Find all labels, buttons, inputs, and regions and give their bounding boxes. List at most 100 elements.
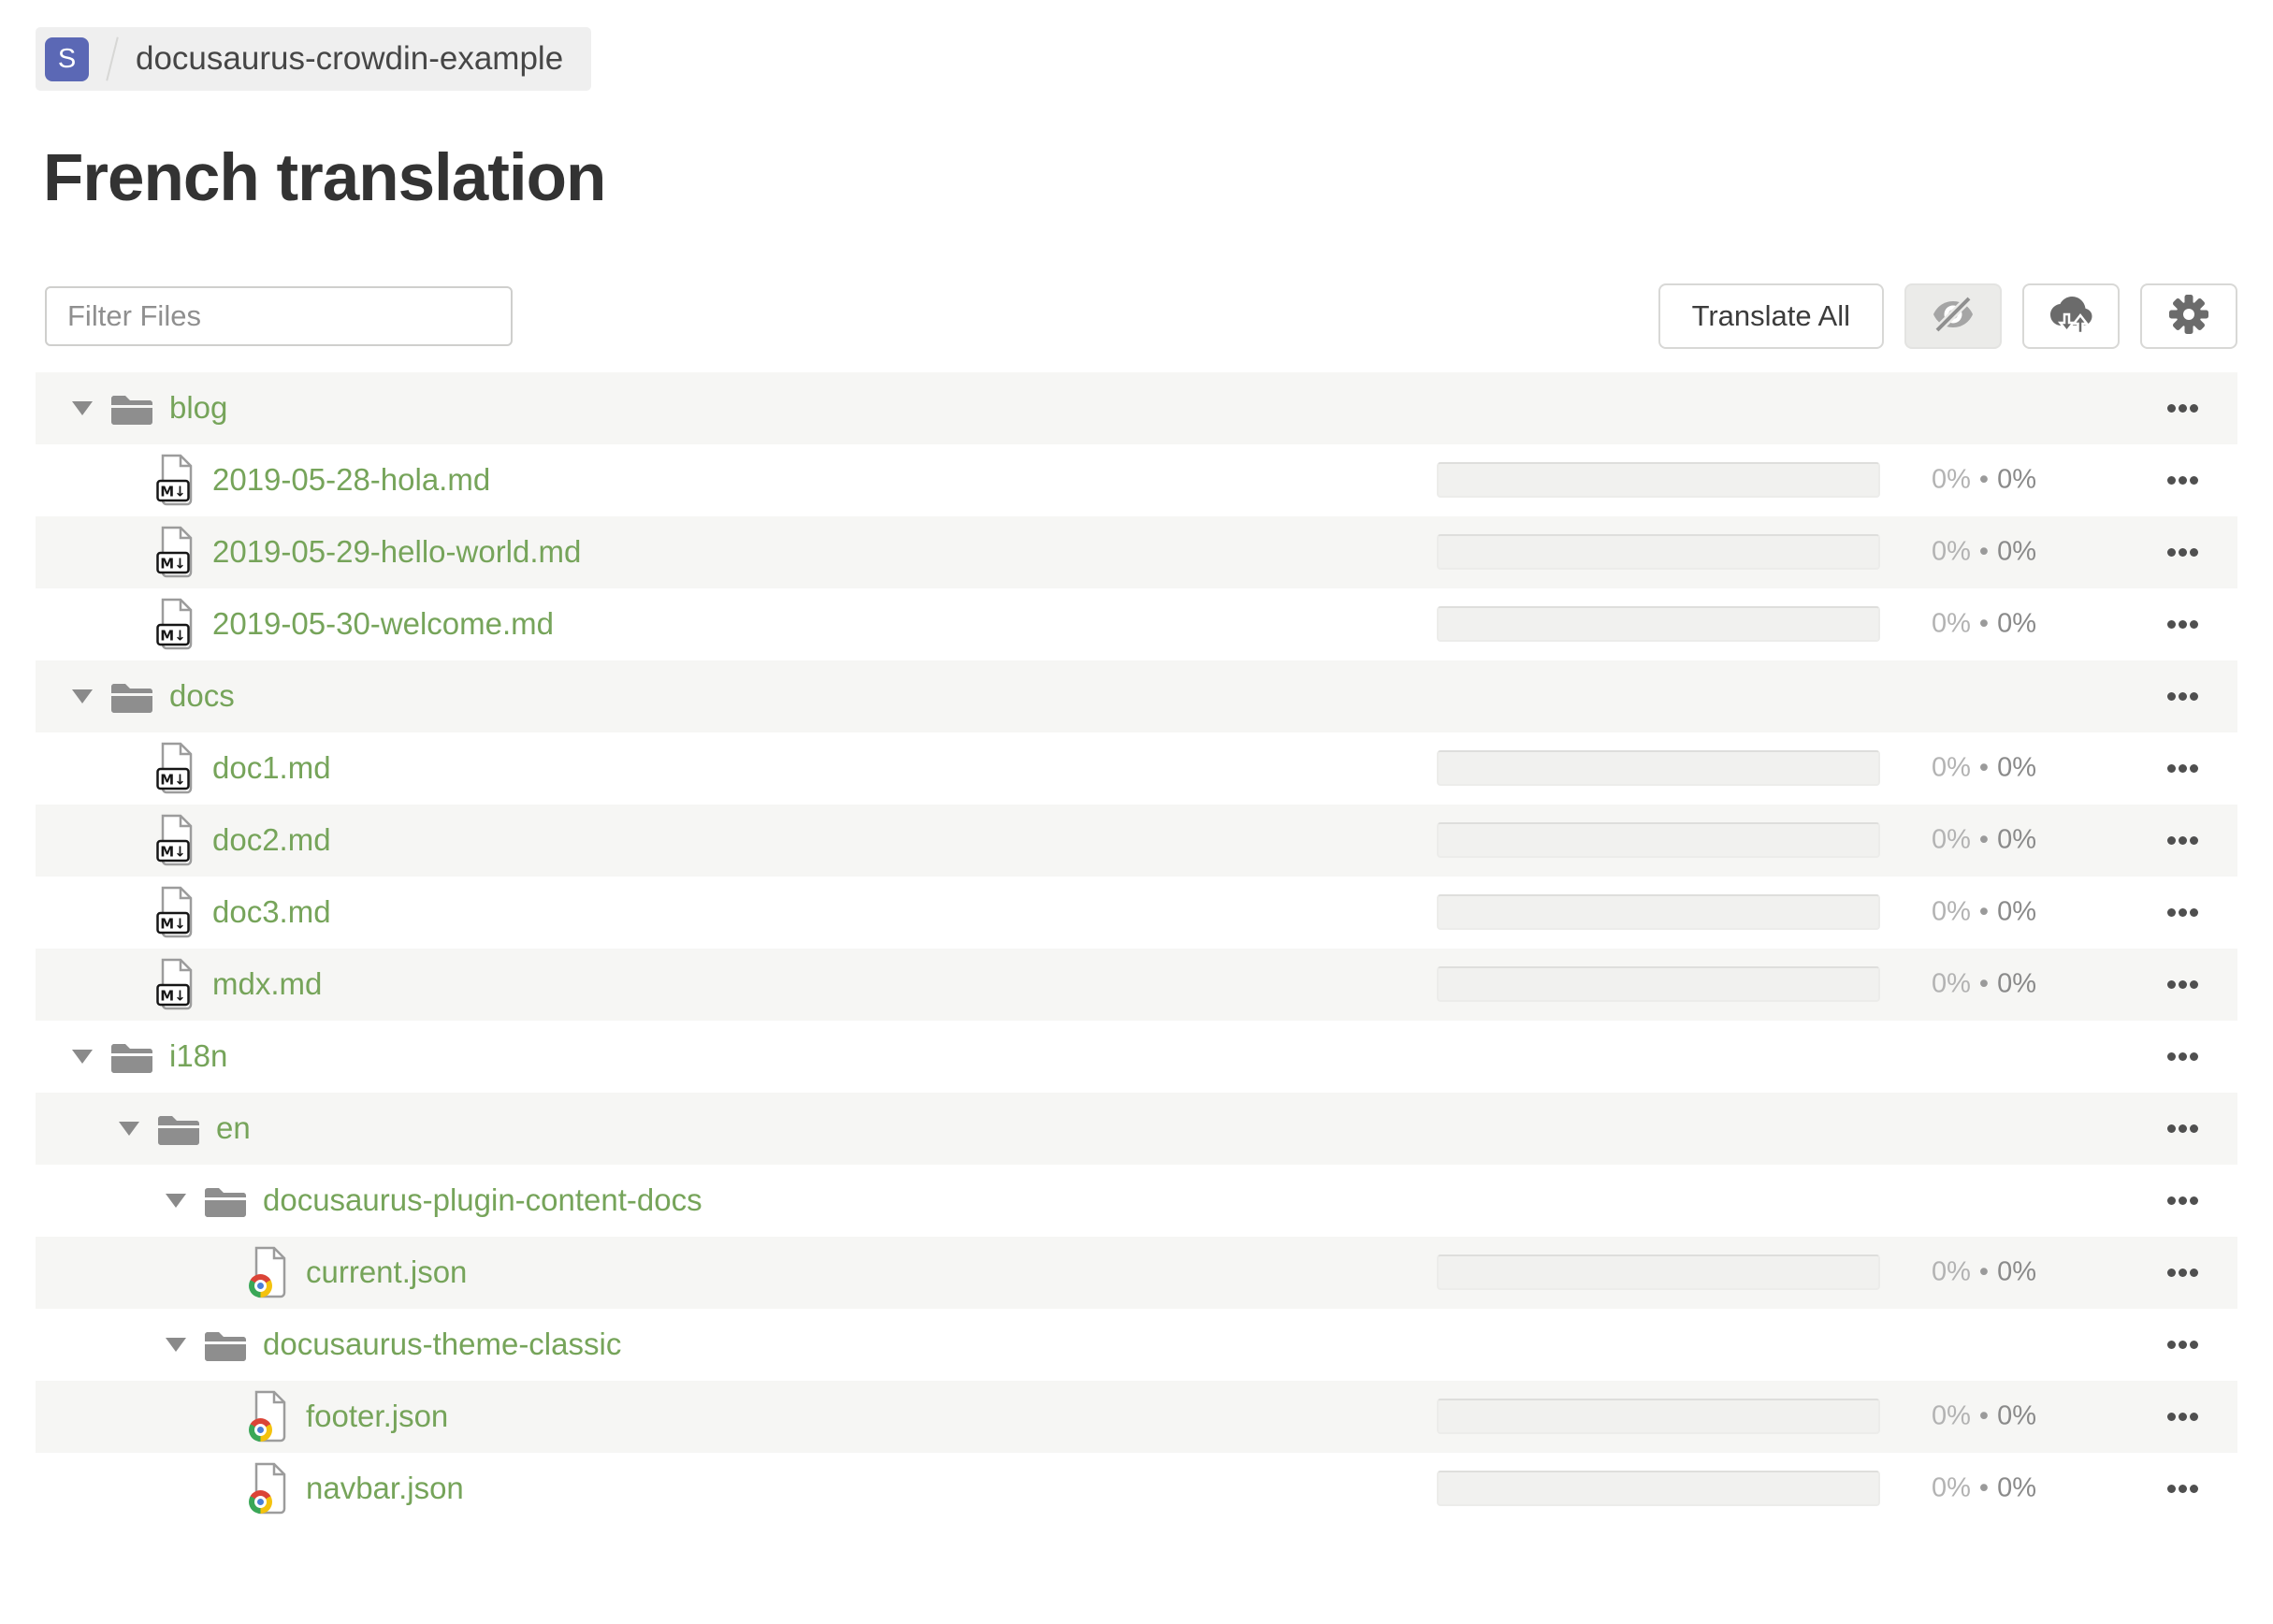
svg-text:M↓: M↓: [160, 916, 186, 933]
json-file-icon: [249, 1246, 291, 1298]
eye-off-icon: [1932, 295, 1975, 337]
folder-name[interactable]: docusaurus-theme-classic: [263, 1327, 621, 1362]
file-name[interactable]: doc2.md: [212, 822, 331, 858]
row-menu-button[interactable]: [2167, 755, 2198, 782]
markdown-file-icon: M↓: [156, 742, 197, 794]
file-name[interactable]: current.json: [306, 1254, 467, 1290]
tree-row[interactable]: M↓ 2019-05-29-hello-world.md 0% • 0%: [36, 515, 2237, 588]
progress-bar: [1437, 534, 1880, 571]
progress-bar: [1437, 1254, 1880, 1291]
tree-row[interactable]: M↓ doc2.md 0% • 0%: [36, 804, 2237, 877]
tree-row[interactable]: navbar.json 0% • 0%: [36, 1453, 2237, 1525]
svg-text:M↓: M↓: [160, 484, 186, 500]
progress-bar: [1437, 606, 1880, 643]
markdown-file-icon: M↓: [156, 886, 197, 938]
toolbar-actions: Translate All: [1658, 283, 2237, 349]
caret-down-icon[interactable]: [119, 1121, 139, 1136]
project-page: S docusaurus-crowdin-example French tran…: [0, 0, 2273, 1624]
tree-row[interactable]: M↓ doc3.md 0% • 0%: [36, 877, 2237, 949]
progress-bar: [1437, 894, 1880, 931]
progress-bar: [1437, 750, 1880, 787]
folder-name[interactable]: docusaurus-plugin-content-docs: [263, 1182, 702, 1218]
tree-row[interactable]: M↓ doc1.md 0% • 0%: [36, 732, 2237, 805]
progress-bar: [1437, 1399, 1880, 1435]
progress-percentages: 0% • 0%: [1932, 752, 2036, 783]
tree-row[interactable]: i18n: [36, 1021, 2237, 1093]
row-menu-button[interactable]: [2167, 1331, 2198, 1358]
translate-all-button[interactable]: Translate All: [1658, 283, 1884, 349]
toolbar: Translate All: [36, 283, 2237, 349]
caret-down-icon[interactable]: [166, 1337, 186, 1352]
progress-percentages: 0% • 0%: [1932, 824, 2036, 855]
svg-text:M↓: M↓: [160, 628, 186, 645]
tree-row[interactable]: footer.json 0% • 0%: [36, 1380, 2237, 1453]
row-menu-button[interactable]: [2167, 1115, 2198, 1142]
settings-button[interactable]: [2140, 283, 2237, 349]
tree-row[interactable]: docs: [36, 660, 2237, 732]
breadcrumb-project-link[interactable]: docusaurus-crowdin-example: [136, 40, 563, 78]
file-name[interactable]: 2019-05-29-hello-world.md: [212, 534, 581, 570]
tree-row[interactable]: blog: [36, 371, 2237, 444]
file-name[interactable]: 2019-05-28-hola.md: [212, 462, 490, 498]
gear-icon: [2167, 293, 2210, 339]
row-menu-button[interactable]: [2167, 1403, 2198, 1430]
markdown-file-icon: M↓: [156, 454, 197, 506]
file-name[interactable]: mdx.md: [212, 966, 322, 1002]
row-menu-button[interactable]: [2167, 1043, 2198, 1070]
file-tree: blog M↓ 2019-05-28-hola.md 0% • 0% M↓ 20…: [36, 371, 2237, 1525]
row-menu-button[interactable]: [2167, 971, 2198, 998]
progress-percentages: 0% • 0%: [1932, 1400, 2036, 1431]
svg-text:M↓: M↓: [160, 844, 186, 861]
caret-down-icon[interactable]: [166, 1193, 186, 1208]
caret-down-icon[interactable]: [72, 1049, 93, 1064]
folder-name[interactable]: docs: [169, 678, 235, 714]
markdown-file-icon: M↓: [156, 814, 197, 866]
file-name[interactable]: navbar.json: [306, 1471, 464, 1506]
workspace-avatar[interactable]: S: [45, 36, 89, 81]
folder-icon: [111, 1044, 152, 1074]
folder-icon: [111, 684, 152, 714]
row-menu-button[interactable]: [2167, 539, 2198, 566]
progress-percentages: 0% • 0%: [1932, 968, 2036, 999]
tree-row[interactable]: en: [36, 1092, 2237, 1165]
tree-row[interactable]: M↓ 2019-05-28-hola.md 0% • 0%: [36, 444, 2237, 516]
svg-text:M↓: M↓: [160, 988, 186, 1005]
row-menu-button[interactable]: [2167, 1187, 2198, 1214]
progress-bar: [1437, 822, 1880, 859]
tree-row[interactable]: docusaurus-theme-classic: [36, 1309, 2237, 1381]
svg-text:M↓: M↓: [160, 772, 186, 789]
row-menu-button[interactable]: [2167, 683, 2198, 710]
row-menu-button[interactable]: [2167, 1475, 2198, 1502]
progress-percentages: 0% • 0%: [1932, 536, 2036, 567]
folder-icon: [158, 1116, 199, 1146]
progress-percentages: 0% • 0%: [1932, 464, 2036, 495]
row-menu-button[interactable]: [2167, 611, 2198, 638]
folder-name[interactable]: en: [216, 1110, 251, 1146]
json-file-icon: [249, 1390, 291, 1443]
sync-files-button[interactable]: [2022, 283, 2120, 349]
caret-down-icon[interactable]: [72, 689, 93, 703]
row-menu-button[interactable]: [2167, 395, 2198, 422]
tree-row[interactable]: M↓ mdx.md 0% • 0%: [36, 948, 2237, 1021]
file-name[interactable]: doc3.md: [212, 894, 331, 930]
breadcrumb-separator: [106, 36, 119, 81]
row-menu-button[interactable]: [2167, 827, 2198, 854]
tree-row[interactable]: M↓ 2019-05-30-welcome.md 0% • 0%: [36, 588, 2237, 660]
file-name[interactable]: footer.json: [306, 1399, 448, 1434]
filter-files-input[interactable]: [45, 285, 513, 346]
caret-down-icon[interactable]: [72, 400, 93, 415]
markdown-file-icon: M↓: [156, 958, 197, 1010]
folder-name[interactable]: blog: [169, 390, 227, 426]
file-name[interactable]: doc1.md: [212, 750, 331, 786]
row-menu-button[interactable]: [2167, 467, 2198, 494]
progress-bar: [1437, 966, 1880, 1003]
tree-row[interactable]: docusaurus-plugin-content-docs: [36, 1165, 2237, 1237]
row-menu-button[interactable]: [2167, 1259, 2198, 1286]
toggle-hidden-files-button[interactable]: [1904, 283, 2002, 349]
tree-row[interactable]: current.json 0% • 0%: [36, 1236, 2237, 1309]
progress-bar: [1437, 1471, 1880, 1507]
row-menu-button[interactable]: [2167, 899, 2198, 926]
page-title: French translation: [43, 141, 606, 215]
folder-name[interactable]: i18n: [169, 1038, 227, 1074]
file-name[interactable]: 2019-05-30-welcome.md: [212, 606, 554, 642]
